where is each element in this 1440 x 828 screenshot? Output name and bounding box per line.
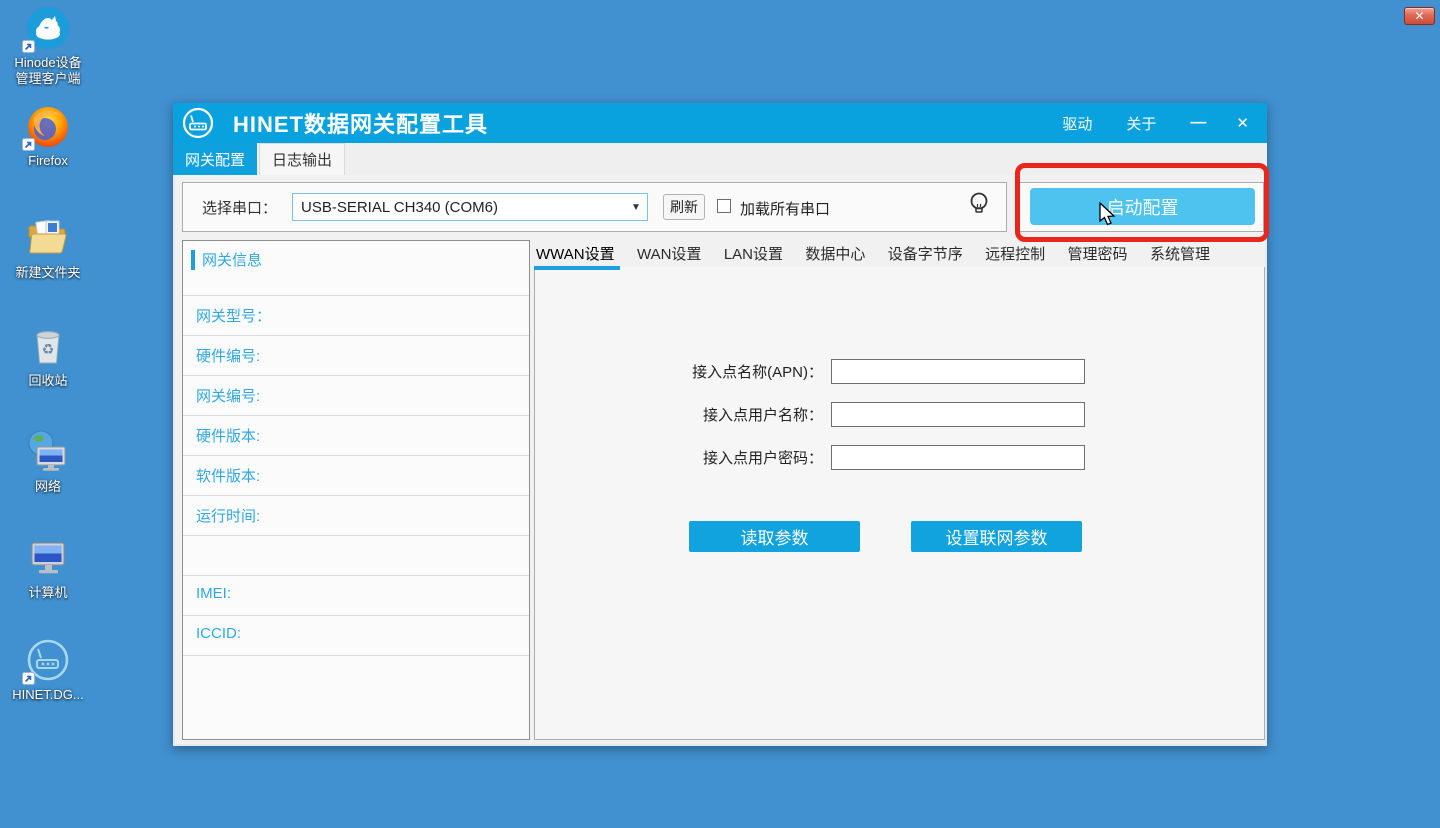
desktop-icon-hinode-client[interactable]: Hinode设备 管理客户端 xyxy=(2,4,94,87)
sidebar-row-software-version: 软件版本: xyxy=(183,456,529,496)
close-button[interactable]: ✕ xyxy=(1236,114,1249,132)
tab-log-output[interactable]: 日志输出 xyxy=(259,143,345,175)
desktop-icon-label: 计算机 xyxy=(28,585,67,601)
set-network-params-button[interactable]: 设置联网参数 xyxy=(911,521,1082,552)
chevron-down-icon: ▼ xyxy=(625,202,647,213)
tab-wan-settings[interactable]: WAN设置 xyxy=(637,243,701,264)
lightbulb-icon[interactable] xyxy=(967,191,991,219)
apn-label: 接入点名称(APN)： xyxy=(575,361,823,382)
apn-password-input[interactable] xyxy=(831,445,1085,470)
desktop-icon-label: HINET.DG... xyxy=(12,687,84,703)
load-all-ports-checkbox[interactable] xyxy=(717,199,731,213)
desktop-icon-label: 网络 xyxy=(35,479,61,495)
desktop-icon-computer[interactable]: 计算机 xyxy=(2,534,94,601)
load-all-ports-label: 加载所有串口 xyxy=(740,198,830,219)
apn-password-row: 接入点用户密码： xyxy=(575,445,1085,470)
sidebar-row-gateway-number: 网关编号: xyxy=(183,376,529,416)
shortcut-arrow-icon xyxy=(22,138,35,151)
sidebar-row-imei: IMEI: xyxy=(183,576,529,616)
apn-username-input[interactable] xyxy=(831,402,1085,427)
settings-panel: WWAN设置 WAN设置 LAN设置 数据中心 设备字节序 远程控制 管理密码 … xyxy=(534,240,1265,740)
computer-icon xyxy=(24,534,72,582)
menu-driver[interactable]: 驱动 xyxy=(1062,113,1092,134)
settings-tabstrip: WWAN设置 WAN设置 LAN设置 数据中心 设备字节序 远程控制 管理密码 … xyxy=(534,240,1265,267)
sidebar-row-hardware-number: 硬件编号: xyxy=(183,336,529,376)
tab-device-byte-order[interactable]: 设备字节序 xyxy=(888,243,963,264)
app-logo-icon xyxy=(182,107,214,139)
tab-data-center[interactable]: 数据中心 xyxy=(805,243,865,264)
app-window: HINET数据网关配置工具 驱动 关于 — ✕ 网关配置 日志输出 选择串口： … xyxy=(173,103,1267,746)
apn-row: 接入点名称(APN)： xyxy=(575,359,1085,384)
folder-icon xyxy=(24,214,72,262)
desktop-icon-firefox[interactable]: Firefox xyxy=(2,102,94,169)
start-config-button[interactable]: 启动配置 xyxy=(1030,188,1255,225)
sidebar-row-hardware-version: 硬件版本: xyxy=(183,416,529,456)
desktop-icon-recycle-bin[interactable]: ♻ 回收站 xyxy=(2,322,94,389)
refresh-button[interactable]: 刷新 xyxy=(663,194,705,220)
menu-about[interactable]: 关于 xyxy=(1126,113,1156,134)
desktop-icon-label: Firefox xyxy=(28,153,68,169)
tab-admin-password[interactable]: 管理密码 xyxy=(1068,243,1128,264)
apn-password-label: 接入点用户密码： xyxy=(575,447,823,468)
serial-port-label: 选择串口： xyxy=(202,197,277,218)
apn-input[interactable] xyxy=(831,359,1085,384)
sidebar-row-iccid: ICCID: xyxy=(183,616,529,656)
desktop-icon-network[interactable]: 网络 xyxy=(2,428,94,495)
desktop-icon-new-folder[interactable]: 新建文件夹 xyxy=(2,214,94,281)
overlay-close-button[interactable]: ✕ xyxy=(1404,7,1435,25)
wwan-settings-pane: 接入点名称(APN)： 接入点用户名称： 接入点用户密码： 读取参数 设置联网参… xyxy=(534,267,1265,740)
tab-wwan-settings[interactable]: WWAN设置 xyxy=(536,243,615,264)
main-tabstrip: 网关配置 日志输出 xyxy=(173,143,1267,175)
desktop-icon-label: Hinode设备 管理客户端 xyxy=(14,55,81,87)
desktop-icon-label: 新建文件夹 xyxy=(15,265,80,281)
apn-username-label: 接入点用户名称： xyxy=(575,404,823,425)
tab-remote-control[interactable]: 远程控制 xyxy=(985,243,1045,264)
desktop-icon-hinet-dg[interactable]: HINET.DG... xyxy=(2,636,94,703)
tab-lan-settings[interactable]: LAN设置 xyxy=(724,243,783,264)
tab-underline-active xyxy=(534,266,620,270)
window-title: HINET数据网关配置工具 xyxy=(233,107,488,139)
sidebar-row-gateway-model: 网关型号： xyxy=(183,296,529,336)
accent-bar xyxy=(191,250,195,270)
sidebar-header: 网关信息 xyxy=(183,241,529,296)
tab-system-management[interactable]: 系统管理 xyxy=(1150,243,1210,264)
tab-gateway-config[interactable]: 网关配置 xyxy=(173,143,257,175)
sidebar-row-empty xyxy=(183,536,529,576)
apn-username-row: 接入点用户名称： xyxy=(575,402,1085,427)
desktop-icon-label: 回收站 xyxy=(28,373,67,389)
shortcut-arrow-icon xyxy=(22,672,35,685)
svg-text:♻: ♻ xyxy=(42,341,55,357)
shortcut-arrow-icon xyxy=(22,40,35,53)
minimize-button[interactable]: — xyxy=(1190,118,1206,128)
titlebar: HINET数据网关配置工具 驱动 关于 — ✕ xyxy=(173,103,1267,143)
network-icon xyxy=(24,428,72,476)
sidebar-row-uptime: 运行时间: xyxy=(183,496,529,536)
gateway-info-sidebar: 网关信息 网关型号： 硬件编号: 网关编号: 硬件版本: 软件版本: 运行时间:… xyxy=(182,240,530,740)
serial-port-select[interactable]: USB-SERIAL CH340 (COM6) ▼ xyxy=(292,193,648,221)
serial-port-value: USB-SERIAL CH340 (COM6) xyxy=(293,199,625,216)
recycle-bin-icon: ♻ xyxy=(24,322,72,370)
read-params-button[interactable]: 读取参数 xyxy=(689,521,860,552)
